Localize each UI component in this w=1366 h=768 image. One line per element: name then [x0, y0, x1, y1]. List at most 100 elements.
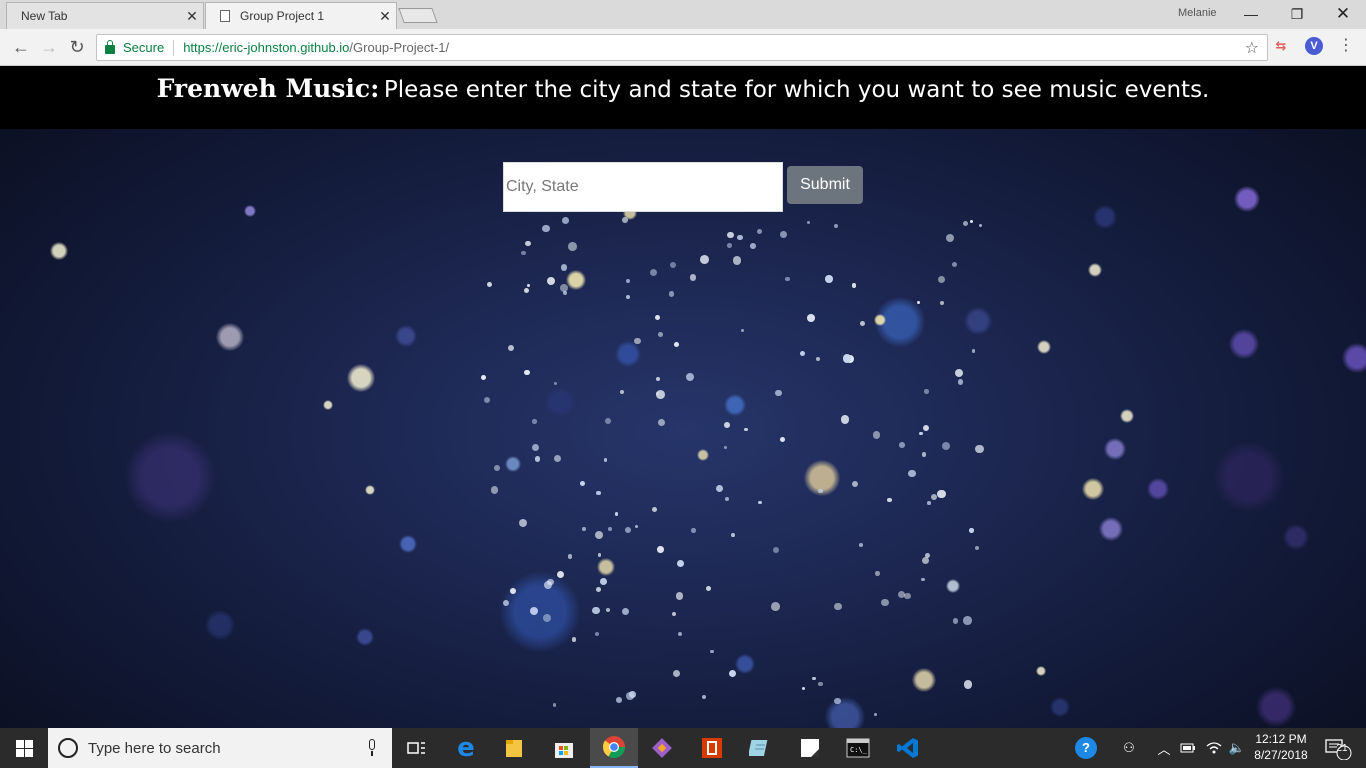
help-icon[interactable]: ? — [1070, 728, 1102, 768]
sparkle-dot — [600, 578, 607, 586]
sparkle-dot — [554, 455, 562, 463]
sparkle-dot — [780, 230, 788, 238]
terminal-icon[interactable]: C:\_ — [834, 728, 882, 768]
bokeh-particle — [566, 270, 586, 290]
sparkle-dot — [710, 649, 714, 654]
sparkle-dot — [924, 389, 929, 394]
sparkle-dot — [529, 606, 539, 616]
divider — [173, 39, 175, 56]
volume-icon[interactable]: 🔈 — [1226, 728, 1248, 768]
sparkle-dot — [510, 587, 517, 594]
sparkle-dot — [669, 291, 675, 297]
sparkle-dot — [860, 321, 866, 327]
sparkle-dot — [634, 524, 639, 529]
store-icon[interactable] — [540, 728, 588, 768]
sparkle-dot — [656, 377, 661, 382]
sparkle-dot — [715, 484, 723, 492]
bookmark-star-icon[interactable]: ☆ — [1245, 38, 1259, 58]
windows-start-icon[interactable] — [0, 728, 48, 768]
bokeh-particle — [946, 579, 960, 593]
sparkle-dot — [842, 353, 852, 363]
microphone-icon[interactable] — [366, 739, 378, 757]
reload-icon[interactable]: ↻ — [64, 35, 90, 59]
sparkle-dot — [658, 418, 666, 426]
sparkle-dot — [657, 332, 663, 337]
minimize-icon[interactable]: — — [1228, 2, 1274, 26]
sparkle-dot — [624, 526, 632, 533]
taskbar-search[interactable]: Type here to search — [48, 728, 392, 768]
sparkle-dot — [596, 586, 602, 592]
sparkle-dot — [799, 350, 805, 357]
office-icon[interactable] — [688, 728, 736, 768]
menu-icon[interactable]: ⋮ — [1338, 35, 1354, 55]
bokeh-particle — [505, 456, 521, 472]
clock-time: 12:12 PM — [1255, 732, 1307, 746]
submit-button[interactable]: Submit — [787, 166, 863, 204]
cortana-icon[interactable] — [58, 738, 78, 758]
tab-group-project[interactable]: Group Project 1 ✕ — [205, 2, 397, 29]
sparkle-dot — [859, 543, 864, 548]
close-window-icon[interactable]: ✕ — [1320, 2, 1366, 26]
notification-count: 21 — [1336, 743, 1348, 754]
git-icon[interactable] — [638, 728, 686, 768]
address-bar[interactable]: Secure https://eric-johnston.github.io/G… — [96, 34, 1268, 61]
extension-v-icon[interactable]: V — [1305, 37, 1323, 55]
sparkle-dot — [657, 546, 664, 553]
battery-icon[interactable] — [1176, 728, 1200, 768]
chrome-icon[interactable] — [590, 728, 638, 768]
sparkle-dot — [652, 506, 658, 512]
sparkle-dot — [689, 274, 696, 281]
sparkle-dot — [962, 220, 969, 227]
sparkle-dot — [917, 300, 921, 304]
svg-text:C:\_: C:\_ — [850, 746, 868, 754]
sparkle-dot — [594, 632, 599, 637]
sparkle-dot — [649, 269, 658, 277]
city-state-input[interactable] — [503, 162, 783, 212]
sparkle-dot — [908, 469, 917, 478]
bokeh-particle — [1120, 409, 1134, 423]
sparkle-dot — [655, 315, 661, 320]
sparkle-dot — [757, 229, 763, 234]
profile-name[interactable]: Melanie — [1178, 7, 1217, 19]
sparkle-dot — [979, 224, 983, 228]
close-icon[interactable]: ✕ — [181, 8, 203, 25]
restore-icon[interactable]: ❐ — [1274, 2, 1320, 26]
file-explorer-icon[interactable] — [490, 728, 538, 768]
sticky-notes-icon[interactable] — [786, 728, 834, 768]
bokeh-particle — [1342, 343, 1366, 373]
sparkle-dot — [563, 291, 568, 296]
sparkle-dot — [705, 586, 711, 592]
action-center-icon[interactable]: 21 — [1318, 728, 1358, 768]
forward-icon[interactable]: → — [36, 35, 62, 59]
chevron-up-icon[interactable]: ︿ — [1154, 728, 1174, 768]
notepad-icon[interactable] — [736, 728, 784, 768]
bokeh-particle — [874, 314, 886, 326]
sparkle-dot — [626, 692, 634, 700]
system-clock[interactable]: 12:12 PM 8/27/2018 — [1246, 731, 1316, 763]
bokeh-particle — [697, 449, 709, 461]
sparkle-dot — [571, 636, 577, 642]
edge-icon[interactable]: e — [442, 728, 490, 768]
sparkle-dot — [605, 418, 612, 425]
tab-new-tab[interactable]: New Tab ✕ — [6, 2, 204, 29]
lock-icon — [105, 40, 115, 54]
tab-title: New Tab — [21, 9, 68, 23]
sparkle-dot — [840, 415, 849, 424]
task-view-icon[interactable] — [392, 728, 440, 768]
sparkle-dot — [727, 231, 734, 239]
sparkle-dot — [957, 379, 964, 386]
vscode-icon[interactable] — [884, 728, 932, 768]
sparkle-dot — [744, 427, 748, 432]
bokeh-particle — [615, 341, 641, 367]
bokeh-particle — [395, 325, 417, 347]
people-icon[interactable]: ⚇ — [1114, 728, 1144, 768]
sparkle-dot — [622, 607, 630, 615]
bokeh-particle — [399, 535, 417, 553]
page-header: Frenweh Music: Please enter the city and… — [0, 67, 1366, 129]
close-icon[interactable]: ✕ — [374, 8, 396, 25]
extension-arrow-icon[interactable]: ⇆ — [1272, 37, 1290, 55]
back-icon[interactable]: ← — [8, 35, 34, 59]
wifi-icon[interactable] — [1202, 728, 1226, 768]
new-tab-button[interactable] — [398, 8, 438, 23]
bokeh-particle — [724, 394, 746, 416]
